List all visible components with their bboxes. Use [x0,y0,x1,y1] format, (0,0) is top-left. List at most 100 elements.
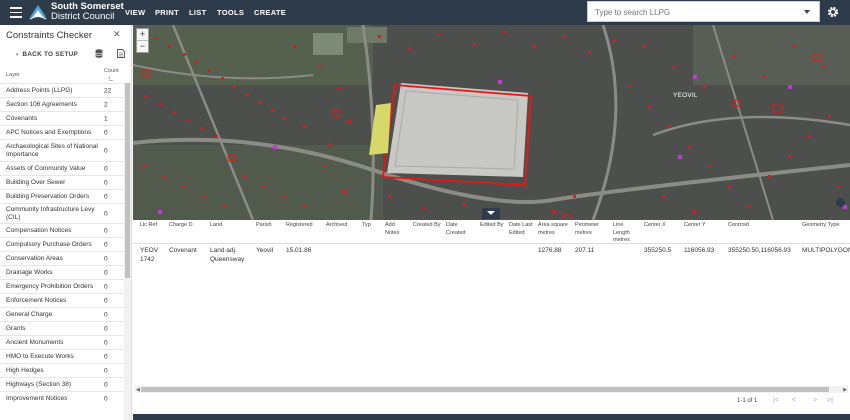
constraint-layer-name: Highways (Section 38) [6,380,72,388]
column-header[interactable]: Charge D [169,222,206,230]
database-icon[interactable] [95,49,103,58]
zoom-out-button[interactable]: − [137,41,148,52]
constraint-row[interactable]: APC Notices and Exemptions 0 [0,125,124,139]
constraint-row[interactable]: Improvement Notices 0 [0,391,124,405]
constraint-row[interactable]: Ancient Monuments 0 [0,335,124,349]
previous-page-icon[interactable]: < [792,397,796,404]
constraint-row[interactable]: Compensation Notices 0 [0,223,124,237]
nav-tools[interactable]: TOOLS [217,8,244,17]
document-icon[interactable] [117,49,125,58]
search-dropdown-icon[interactable] [804,10,810,14]
constraint-count: 0 [104,283,108,290]
column-header[interactable]: Geometry Type [802,222,846,230]
panel-scrollbar[interactable] [124,83,131,420]
first-page-icon[interactable]: |< [773,397,779,404]
map-view[interactable] [133,25,850,220]
constraint-count: 0 [104,129,108,136]
gear-icon[interactable] [827,6,839,18]
constraint-count: 0 [104,311,108,318]
pager-count: 1-1 of 1 [737,398,758,404]
last-page-icon[interactable]: >| [827,397,833,404]
constraint-row[interactable]: Emergency Prohibition Orders 0 [0,279,124,293]
zoom-in-button[interactable]: + [137,29,148,41]
top-bar: South Somerset District Council VIEW PRI… [0,0,850,25]
constraint-layer-name: Drainage Works [6,268,53,276]
constraint-count: 0 [104,269,108,276]
column-header[interactable]: Centroid [728,222,798,230]
constraint-row[interactable]: General Charge 0 [0,307,124,321]
table-cell: 1276.88 [538,247,562,254]
count-column-header[interactable]: Count [104,68,119,74]
table-cell: Yeovil [256,247,274,254]
llpg-search-input[interactable] [593,3,797,22]
nav-print[interactable]: PRINT [155,8,179,17]
column-header[interactable]: Registered [286,222,322,230]
constraint-row[interactable]: Community Infrastructure Levy (CIL) 0 [0,203,124,223]
constraint-row[interactable]: Building Over Sewer 0 [0,175,124,189]
constraint-row[interactable]: HMO to Execute Works 0 [0,349,124,363]
constraint-row[interactable]: Section 106 Agreements 2 [0,97,124,111]
constraint-count: 0 [104,395,108,402]
scroll-left-icon[interactable]: ◀ [136,387,140,393]
constraint-row[interactable]: Building Preservation Orders 0 [0,189,124,203]
column-header[interactable]: Edited By [480,222,505,230]
constraint-layer-name: Building Over Sewer [6,178,66,186]
constraint-row[interactable]: Address Points (LLPG) 22 [0,83,124,97]
constraint-layer-name: General Charge [6,310,53,318]
close-icon[interactable]: ✕ [113,29,121,40]
constraint-count: 0 [104,147,108,154]
constraint-row[interactable]: Assets of Community Value 0 [0,161,124,175]
table-cell: Land adj. Queensway [210,247,245,263]
table-cell: 207.11 [575,247,595,254]
constraint-row[interactable]: Grants 0 [0,321,124,335]
nav-create[interactable]: CREATE [254,8,286,17]
hamburger-menu-icon[interactable] [10,7,22,18]
scroll-right-icon[interactable]: ▶ [843,387,847,393]
column-header[interactable]: Add Notes [385,222,409,237]
column-header[interactable]: Date Created [446,222,476,237]
column-header[interactable]: Perimeter metres [575,222,609,237]
column-header[interactable]: Created By [413,222,442,230]
constraint-row[interactable]: Conservation Areas 0 [0,251,124,265]
back-to-setup-button[interactable]: ‹ BACK TO SETUP [16,51,78,58]
panel-scrollbar-thumb[interactable] [125,83,130,278]
site-building [369,83,532,186]
llpg-search-box[interactable] [587,1,820,22]
map-place-label: YEOVIL [673,92,698,99]
constraint-layer-name: Enforcement Notices [6,296,67,304]
column-header[interactable]: Archived [326,222,358,230]
constraint-row[interactable]: Enforcement Notices 0 [0,293,124,307]
constraint-count: 0 [104,179,108,186]
constraint-row[interactable]: Highways (Section 38) 0 [0,377,124,391]
layer-column-header[interactable]: Layer [6,72,20,78]
column-header[interactable]: Date Last Edited [509,222,534,237]
map-options-button[interactable] [836,198,845,207]
column-header[interactable]: Llc Ref [140,222,165,230]
next-page-icon[interactable]: > [813,397,817,404]
table-cell: YEOV 1742 [140,247,159,263]
constraint-row[interactable]: High Hedges 0 [0,363,124,377]
constraint-row[interactable]: Covenants 1 [0,111,124,125]
constraint-layer-name: Conservation Areas [6,254,63,262]
constraint-count: 0 [104,210,108,217]
nav-list[interactable]: LIST [189,8,206,17]
constraint-layer-name: Compensation Notices [6,226,72,234]
nav-view[interactable]: VIEW [125,8,145,17]
table-scrollbar-thumb[interactable] [141,387,829,392]
constraint-row[interactable]: Archaeological Sites of National Importa… [0,139,124,161]
column-header[interactable]: Center X [644,222,680,230]
sort-arrow-icon[interactable]: ↓̲ [108,75,111,81]
column-header[interactable]: Parish [256,222,282,230]
table-horizontal-scrollbar[interactable]: ◀ ▶ [135,386,848,393]
constraint-row[interactable]: Drainage Works 0 [0,265,124,279]
constraint-layer-name: Ancient Monuments [6,338,64,346]
column-header[interactable]: Typ [362,222,381,230]
constraint-row[interactable]: Compulsory Purchase Orders 0 [0,237,124,251]
table-header-divider [133,243,850,244]
org-name-line2: District Council [51,11,115,22]
collapse-results-button[interactable] [482,208,500,219]
column-header[interactable]: Center Y [684,222,724,230]
column-header[interactable]: Line Length metres [613,222,640,245]
column-header[interactable]: Land [210,222,252,230]
column-header[interactable]: Area square metres [538,222,571,237]
